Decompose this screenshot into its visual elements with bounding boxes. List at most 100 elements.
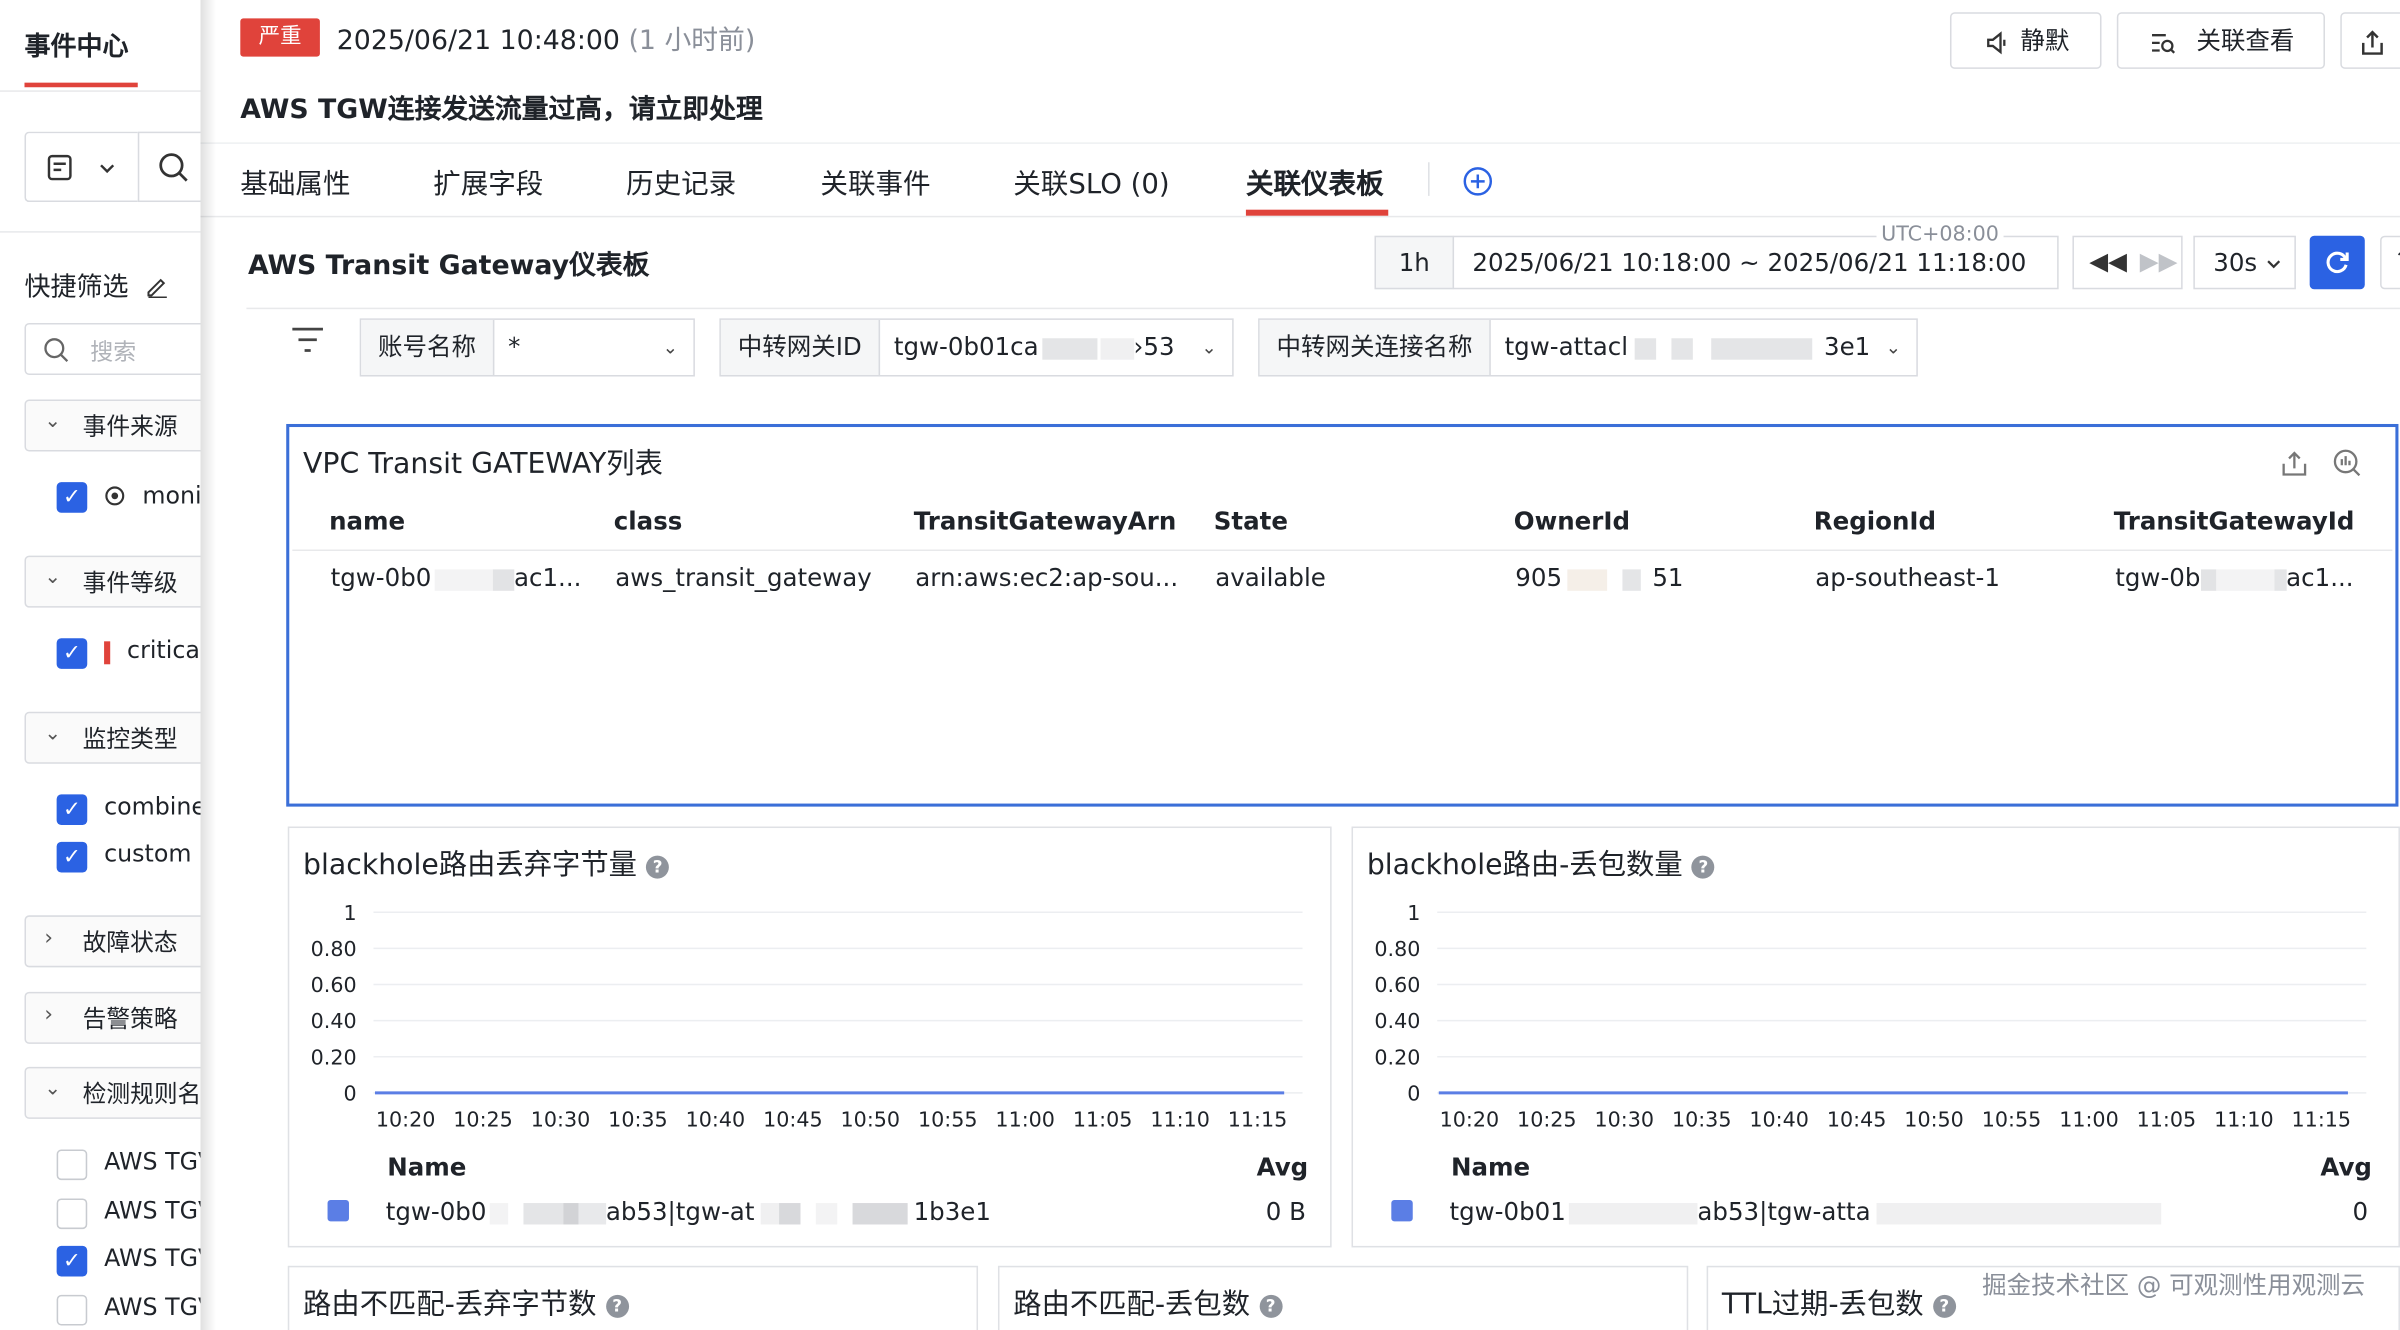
filter-group-rule-name[interactable]: ⌄ 检测规则名: [24, 1066, 201, 1119]
chart-panel-blackhole-packets[interactable]: blackhole路由-丢包数量? 1 0.80 0.60 0.40 0.20 0 10:2…: [1351, 826, 2400, 1248]
filter-tgw-attachment-name[interactable]: 中转网关连接名称 tgw-attacl 3e1 ⌄: [1258, 318, 1918, 377]
column-header[interactable]: OwnerId: [1514, 507, 1630, 536]
chevron-down-icon: ⌄: [44, 1077, 62, 1101]
x-tick-label: 10:50: [1904, 1108, 1964, 1132]
sidebar: 事件中心 快捷筛选 搜索 ⌄ 事件来源 ✓ moni ⌄ 事件等级 ✓ critic…: [0, 0, 201, 1330]
x-tick-label: 10:50: [841, 1108, 901, 1132]
filter-group-monitor-type[interactable]: ⌄ 监控类型: [24, 711, 201, 764]
sidebar-search-input[interactable]: 搜索: [24, 322, 201, 375]
legend-series-name[interactable]: tgw-0b0 ab53|tgw-at 1b3e1: [386, 1197, 991, 1226]
filter-key: 中转网关连接名称: [1259, 319, 1491, 375]
y-tick-label: 1: [343, 901, 356, 925]
help-icon[interactable]: ?: [1259, 1294, 1283, 1318]
x-tick-label: 11:05: [1073, 1108, 1133, 1132]
filter-group-fault-status[interactable]: › 故障状态: [24, 915, 201, 968]
time-quick-select[interactable]: 1h: [1374, 235, 1455, 290]
tab-related-events[interactable]: 关联事件: [820, 162, 930, 202]
tab-related-slo[interactable]: 关联SLO (0): [1013, 162, 1169, 202]
time-nav-group: ◀◀ ▶▶: [2072, 235, 2183, 290]
related-view-button[interactable]: 关联查看: [2116, 12, 2325, 69]
checkbox-unchecked[interactable]: [56, 1149, 88, 1181]
checkbox-checked[interactable]: ✓: [56, 841, 88, 873]
sidebar-title[interactable]: 事件中心: [24, 24, 128, 63]
panel-title: TTL过期-丢包数?: [1722, 1283, 1956, 1323]
chart-panel-route-mismatch-bytes[interactable]: 路由不匹配-丢弃字节数?: [287, 1265, 979, 1330]
filter-group-alert-policy[interactable]: › 告警策略: [24, 991, 201, 1044]
filter-option-label: combine: [104, 792, 201, 821]
drawer-shadow: [200, 0, 216, 1330]
collapse-button[interactable]: ⌃: [2380, 235, 2400, 290]
share-button[interactable]: [2340, 12, 2400, 69]
x-tick-label: 11:00: [995, 1108, 1055, 1132]
edit-icon[interactable]: [144, 274, 168, 299]
help-icon[interactable]: ?: [646, 854, 670, 878]
refresh-button[interactable]: [2309, 235, 2365, 290]
chevron-down-icon: ⌄: [44, 722, 62, 746]
table-cell: arn:aws:ec2:ap-sou...: [915, 563, 1179, 593]
chevron-right-icon: ›: [44, 926, 53, 951]
checkbox-checked[interactable]: ✓: [56, 482, 88, 513]
column-header[interactable]: class: [614, 507, 683, 536]
chart-panel-route-mismatch-packets[interactable]: 路由不匹配-丢包数?: [997, 1265, 1689, 1330]
checkbox-checked[interactable]: ✓: [56, 638, 88, 669]
x-tick-label: 11:00: [2059, 1108, 2119, 1132]
tab-history[interactable]: 历史记录: [626, 162, 736, 202]
step-forward-button[interactable]: ▶▶: [2140, 246, 2178, 275]
step-back-button[interactable]: ◀◀: [2089, 246, 2127, 275]
vpc-transit-gateway-table-panel[interactable]: VPC Transit GATEWAY列表 name class Transit…: [286, 423, 2399, 807]
chevron-right-icon: ›: [44, 1002, 53, 1028]
tab-extended-fields[interactable]: 扩展字段: [433, 162, 543, 202]
filter-icon[interactable]: [291, 323, 325, 357]
filter-tgw-id[interactable]: 中转网关ID tgw-0b01ca ›53 ⌄: [719, 318, 1234, 377]
checkbox-unchecked[interactable]: [56, 1294, 88, 1326]
column-header[interactable]: RegionId: [1814, 507, 1936, 536]
x-tick-label: 10:35: [1672, 1108, 1732, 1132]
divider: [0, 231, 201, 233]
search-icon: [44, 338, 69, 363]
tab-related-dashboard[interactable]: 关联仪表板: [1246, 162, 1384, 202]
help-icon[interactable]: ?: [1932, 1294, 1956, 1318]
filter-account-name[interactable]: 账号名称 * ⌄: [359, 318, 695, 377]
help-icon[interactable]: ?: [605, 1294, 629, 1318]
event-timestamp: 2025/06/21 10:48:00 (1 小时前): [336, 26, 756, 57]
x-tick-label: 10:20: [376, 1108, 436, 1132]
mute-button[interactable]: 静默: [1949, 12, 2102, 69]
share-icon: [2362, 30, 2383, 55]
analyze-icon[interactable]: [2331, 447, 2363, 479]
filter-option-label: AWS TGV: [104, 1244, 200, 1272]
x-tick-label: 11:15: [2292, 1108, 2352, 1132]
table-cell: available: [1215, 563, 1326, 593]
help-icon[interactable]: ?: [1691, 854, 1715, 878]
filter-option-label: critica: [127, 636, 200, 665]
column-header[interactable]: State: [1214, 507, 1288, 536]
refresh-interval-select[interactable]: 30s: [2193, 235, 2296, 290]
search-button[interactable]: [137, 131, 201, 203]
checkbox-checked[interactable]: ✓: [56, 794, 88, 825]
export-icon[interactable]: [2279, 448, 2310, 479]
chevron-down-icon: ⌄: [44, 566, 62, 590]
filter-key: 账号名称: [361, 319, 495, 375]
filter-option-label: custom: [104, 840, 192, 868]
filter-group-event-source[interactable]: ⌄ 事件来源: [24, 399, 201, 452]
y-tick-label: 0.80: [311, 937, 357, 961]
column-header[interactable]: TransitGatewayId: [2114, 507, 2355, 536]
view-switch-button[interactable]: [24, 131, 138, 203]
column-header[interactable]: TransitGatewayArn: [914, 507, 1176, 536]
tab-basic-attributes[interactable]: 基础属性: [240, 162, 350, 202]
chart-panel-blackhole-bytes[interactable]: blackhole路由丢弃字节量? 1 0.80 0.60 0.40 0.20 0 10:2…: [287, 826, 1332, 1248]
table-cell: tgw-0b ac1...: [2115, 563, 2354, 593]
filter-option-label: AWS TGV: [104, 1196, 200, 1225]
divider: [1428, 162, 1430, 196]
panel-title: 路由不匹配-丢包数?: [1013, 1283, 1283, 1323]
add-circle-icon[interactable]: [1462, 165, 1494, 197]
x-tick-label: 11:05: [2137, 1108, 2197, 1132]
filter-group-event-level[interactable]: ⌄ 事件等级: [24, 555, 201, 608]
y-tick-label: 1: [1407, 901, 1420, 925]
divider: [292, 549, 2393, 552]
checkbox-unchecked[interactable]: [56, 1198, 88, 1230]
column-header[interactable]: name: [329, 507, 405, 536]
panel-title: blackhole路由-丢包数量?: [1367, 843, 1715, 883]
checkbox-checked[interactable]: ✓: [56, 1245, 88, 1277]
divider: [0, 90, 201, 92]
legend-series-name[interactable]: tgw-0b01 ab53|tgw-atta: [1449, 1197, 2162, 1226]
